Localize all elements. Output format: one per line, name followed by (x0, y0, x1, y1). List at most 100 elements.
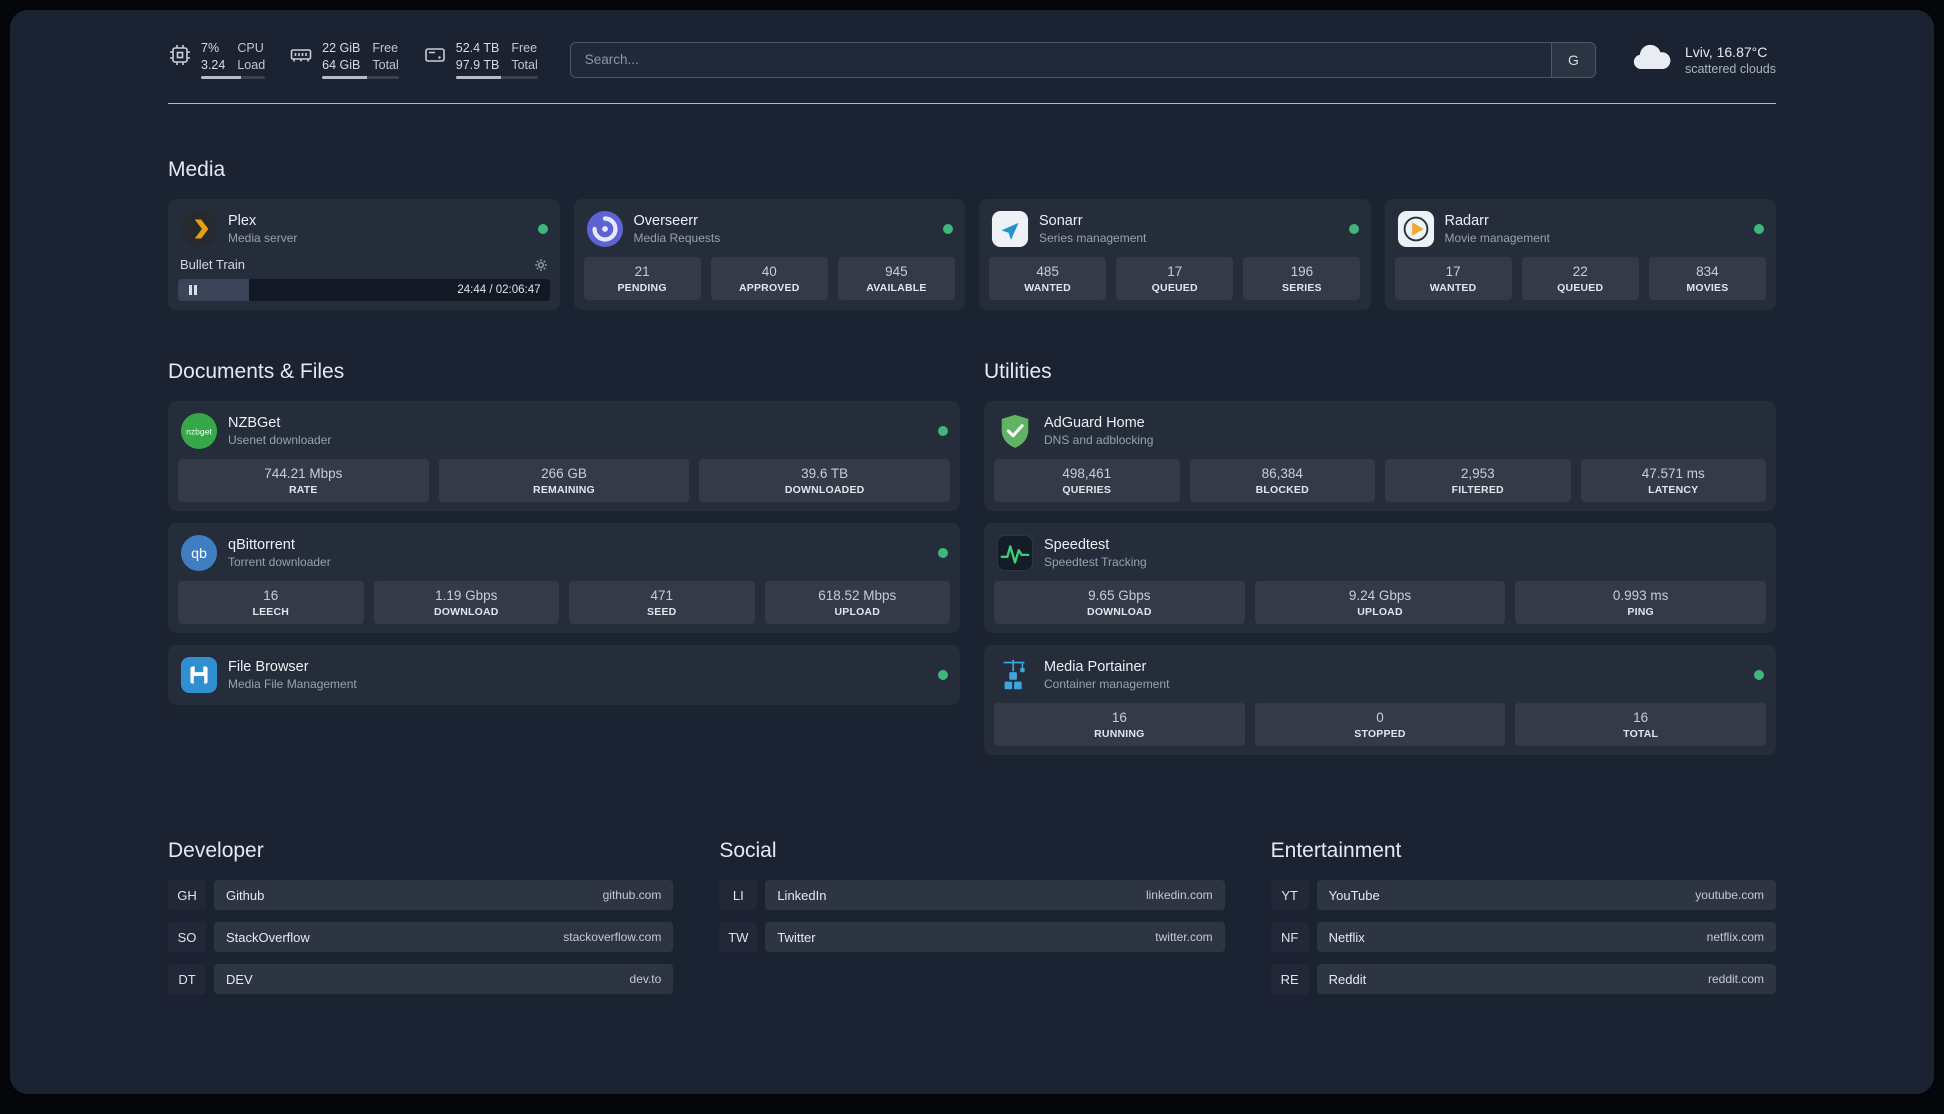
filebrowser-icon (180, 656, 218, 694)
service-card-qbittorrent[interactable]: qb qBittorrent Torrent downloader 16 LEE… (168, 523, 960, 634)
gear-icon[interactable] (534, 258, 548, 272)
plex-icon (180, 210, 218, 248)
stat-label: DOWNLOAD (1087, 606, 1152, 619)
status-dot (1754, 224, 1764, 235)
bookmark-abbr: YT (1271, 880, 1309, 910)
bookmark-abbr: DT (168, 964, 206, 994)
bookmark-group-entertainment: Entertainment YT YouTube youtube.com NF … (1270, 821, 1776, 995)
stat-value: 498,461 (1062, 466, 1112, 482)
memory-free-label: Free (372, 41, 399, 55)
bookmark-dev[interactable]: DT DEV dev.to (168, 964, 674, 995)
stat-label: SEED (647, 606, 677, 619)
bookmark-abbr: GH (168, 880, 206, 910)
bookmark-domain: youtube.com (1695, 888, 1764, 903)
bookmark-pill: Netflix netflix.com (1316, 922, 1776, 953)
playback-progress-bar[interactable]: 24:44 / 02:06:47 (178, 279, 550, 302)
pause-button[interactable] (178, 279, 208, 301)
stat-value: 9.65 Gbps (1088, 588, 1151, 604)
bookmark-abbr: NF (1271, 922, 1309, 952)
stat-value: 86,384 (1261, 466, 1303, 482)
bookmark-reddit[interactable]: RE Reddit reddit.com (1271, 964, 1776, 995)
stat-tile: 47.571 ms LATENCY (1580, 459, 1766, 503)
weather-widget[interactable]: Lviv, 16.87°C scattered clouds (1628, 42, 1776, 78)
service-name: File Browser (228, 659, 309, 676)
bookmark-pill: Github github.com (214, 880, 674, 911)
bookmark-linkedin[interactable]: LI LinkedIn linkedin.com (719, 880, 1225, 911)
bookmarks-section: Developer GH Github github.com SO StackO… (168, 821, 1776, 995)
cpu-usage-bar (201, 76, 266, 79)
bookmark-netflix[interactable]: NF Netflix netflix.com (1271, 922, 1776, 953)
cpu-load-value: 3.24 (201, 57, 226, 72)
stat-label: STOPPED (1354, 728, 1406, 741)
bookmark-abbr: RE (1271, 964, 1309, 994)
stat-tile: 9.65 Gbps DOWNLOAD (994, 581, 1245, 625)
stat-tile: 0 STOPPED (1254, 703, 1506, 747)
bookmark-twitter[interactable]: TW Twitter twitter.com (719, 922, 1225, 953)
stat-label: QUERIES (1062, 484, 1112, 497)
cpu-label: CPU (237, 41, 264, 55)
stat-value: 834 (1696, 264, 1719, 280)
stat-label: APPROVED (738, 282, 800, 295)
pause-icon (189, 285, 197, 296)
bookmark-name: LinkedIn (777, 887, 827, 903)
resource-widget-memory: 22 GiB 64 GiB Free Total (289, 40, 399, 79)
bookmark-stackoverflow[interactable]: SO StackOverflow stackoverflow.com (168, 922, 674, 953)
bookmark-domain: netflix.com (1706, 930, 1764, 945)
service-card-sonarr[interactable]: Sonarr Series management 485 WANTED 17 Q… (979, 199, 1371, 311)
stat-tile: 2,953 FILTERED (1385, 459, 1571, 503)
service-card-adguard[interactable]: AdGuard Home DNS and adblocking 498,461 … (984, 401, 1776, 512)
bookmark-domain: reddit.com (1707, 972, 1764, 987)
bookmark-name: StackOverflow (226, 929, 310, 945)
service-card-speedtest[interactable]: Speedtest Speedtest Tracking 9.65 Gbps D… (984, 523, 1776, 634)
disk-total-label: Total (511, 57, 538, 72)
status-dot (943, 224, 953, 235)
radarr-icon (1397, 210, 1435, 248)
stat-value: 2,953 (1460, 466, 1495, 482)
stat-tile: 39.6 TB DOWNLOADED (699, 459, 950, 503)
stat-tile: 16 RUNNING (994, 703, 1245, 747)
status-dot (1348, 224, 1359, 235)
stat-tile: 40 APPROVED (710, 257, 828, 301)
stat-value: 47.571 ms (1641, 466, 1705, 482)
stat-label: LATENCY (1648, 484, 1699, 497)
bookmark-name: DEV (226, 971, 253, 987)
stat-label: TOTAL (1623, 728, 1659, 741)
bookmark-domain: dev.to (629, 972, 662, 987)
stat-label: DOWNLOAD (433, 606, 499, 619)
search-provider-button[interactable]: G (1550, 42, 1595, 77)
cpu-percent: 7% (201, 41, 220, 55)
service-description: Usenet downloader (228, 433, 332, 448)
nzbget-icon: nzbget (180, 412, 218, 450)
documents-column: Documents & Files nzbget NZBGet Usenet d… (168, 342, 960, 706)
resource-widget-disk: 52.4 TB 97.9 TB Free Total (423, 40, 538, 79)
stat-tile: 618.52 Mbps UPLOAD (764, 581, 950, 625)
service-card-portainer[interactable]: Media Portainer Container management 16 … (984, 645, 1776, 756)
service-description: Media Requests (633, 231, 721, 246)
top-bar: 7% 3.24 CPU Load 22 GiB 64 GiB Free Tota… (168, 10, 1776, 79)
bookmark-group-social: Social LI LinkedIn linkedin.com TW Twitt… (719, 821, 1225, 994)
service-description: Media server (228, 231, 298, 246)
bookmark-name: YouTube (1328, 887, 1380, 903)
service-card-plex[interactable]: Plex Media server Bullet Train 24:44 / 0… (168, 199, 560, 311)
bookmark-pill: DEV dev.to (214, 964, 674, 995)
adguard-icon (996, 412, 1034, 450)
service-card-overseerr[interactable]: Overseerr Media Requests 21 PENDING 40 A… (573, 199, 965, 311)
service-card-filebrowser[interactable]: File Browser Media File Management (168, 645, 960, 706)
service-card-radarr[interactable]: Radarr Movie management 17 WANTED 22 QUE… (1384, 199, 1776, 311)
status-dot (938, 670, 948, 681)
search-input[interactable] (570, 52, 1551, 67)
stat-value: 0 (1376, 710, 1384, 726)
stat-tile: 196 SERIES (1243, 257, 1361, 301)
bookmark-pill: Reddit reddit.com (1316, 964, 1776, 995)
memory-usage-bar (322, 76, 399, 79)
stat-value: 17 (1167, 264, 1183, 280)
bookmark-youtube[interactable]: YT YouTube youtube.com (1271, 880, 1776, 911)
section-title-entertainment: Entertainment (1270, 838, 1402, 862)
stat-value: 16 (263, 588, 279, 604)
service-card-nzbget[interactable]: nzbget NZBGet Usenet downloader 744.21 M… (168, 401, 960, 512)
stat-label: MOVIES (1686, 282, 1729, 295)
bookmark-github[interactable]: GH Github github.com (168, 880, 674, 911)
weather-location: Lviv, 16.87°C (1684, 43, 1768, 60)
status-dot (1754, 670, 1764, 681)
sonarr-icon (991, 210, 1029, 248)
